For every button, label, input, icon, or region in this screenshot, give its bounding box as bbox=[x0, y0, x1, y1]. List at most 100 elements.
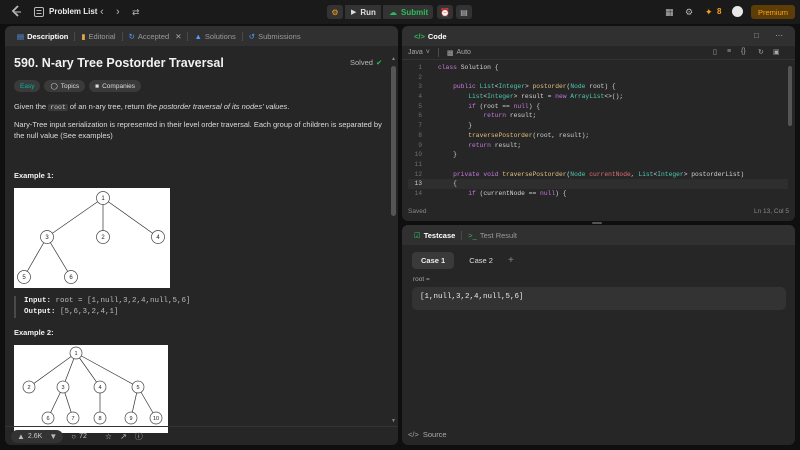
prev-problem-icon[interactable]: ‹ bbox=[100, 6, 104, 18]
code-editor[interactable]: 1 class Solution { 2 3 public List<Intege… bbox=[408, 63, 788, 198]
page-title: 590. N-ary Tree Postorder Traversal bbox=[14, 56, 224, 70]
shuffle-icon[interactable]: ⇄ bbox=[132, 7, 140, 18]
scroll-thumb[interactable] bbox=[391, 66, 396, 216]
thumbs-up-icon: ▲ bbox=[17, 431, 25, 441]
submit-label: Submit bbox=[401, 7, 429, 17]
tree-node-label: 4 bbox=[98, 385, 101, 391]
problem-list-icon[interactable] bbox=[34, 7, 44, 17]
like-count: 2.6K bbox=[27, 432, 43, 440]
code-line: 5 if (root == null) { bbox=[418, 102, 541, 110]
tree-node-label: 6 bbox=[46, 416, 49, 422]
example-2-heading: Example 2: bbox=[14, 328, 54, 337]
tree-node-label: 10 bbox=[153, 416, 159, 422]
alarm-clock-icon: ⏰ bbox=[440, 7, 450, 17]
testcase-input-field[interactable]: [1,null,3,2,4,null,5,6] bbox=[412, 287, 786, 310]
tree-node-label: 3 bbox=[61, 385, 64, 391]
case-1-tab[interactable]: Case 1 bbox=[412, 252, 455, 269]
fullscreen-icon[interactable]: ▣ bbox=[773, 48, 780, 56]
lock-icon: ▩ bbox=[446, 49, 454, 57]
thumbs-down-icon[interactable]: ▼ bbox=[49, 432, 57, 441]
layout-grid-icon[interactable]: ▦ bbox=[665, 7, 674, 18]
braces-icon[interactable]: {} bbox=[741, 48, 746, 55]
tab-testcase[interactable]: ☑ Testcase bbox=[408, 225, 461, 245]
book-icon: ▮ bbox=[81, 31, 86, 41]
code-scrollbar[interactable] bbox=[788, 66, 792, 126]
note-icon: ▤ bbox=[460, 7, 468, 17]
code-line: 7 } bbox=[418, 122, 473, 130]
upload-cloud-icon: ☁ bbox=[389, 7, 397, 17]
tab-description[interactable]: ▤ Description bbox=[11, 26, 74, 46]
language-select[interactable]: Java ˅ bbox=[408, 49, 430, 56]
editor-status-bar: Saved Ln 13, Col 5 bbox=[402, 206, 795, 219]
reset-icon[interactable]: ↻ bbox=[758, 48, 764, 56]
close-tab-icon[interactable]: ✕ bbox=[175, 32, 181, 41]
code-line-current: 13 { bbox=[408, 179, 788, 189]
example-1-tree-image: 1 3 2 4 5 6 bbox=[14, 188, 170, 288]
tab-solutions[interactable]: ▲ Solutions bbox=[188, 26, 241, 46]
tab-code[interactable]: </> Code bbox=[408, 26, 453, 46]
checkbox-icon: ☑ bbox=[414, 230, 421, 240]
source-link[interactable]: </> Source bbox=[408, 430, 447, 439]
more-options-icon[interactable]: ⋯ bbox=[775, 31, 783, 40]
tab-submissions[interactable]: ↺ Submissions bbox=[243, 26, 307, 46]
notes-button[interactable]: ▤ bbox=[456, 5, 472, 19]
logo-icon[interactable] bbox=[9, 5, 23, 19]
run-button[interactable]: ▶ Run bbox=[345, 5, 381, 19]
tab-test-result[interactable]: >_ Test Result bbox=[462, 225, 523, 245]
accepted-icon: ↻ bbox=[128, 31, 135, 41]
code-tab-bar: </> Code □ ⋯ bbox=[402, 26, 795, 46]
tag-row: Easy ◯ Topics ■ Companies bbox=[14, 80, 141, 92]
settings-gear-icon[interactable]: ⚙ bbox=[685, 7, 693, 18]
tree-node-label: 9 bbox=[129, 416, 132, 422]
like-button[interactable]: ▲ 2.6K ▼ bbox=[11, 429, 64, 443]
scroll-up-arrow[interactable]: ▲ bbox=[391, 56, 396, 62]
auto-mode-toggle[interactable]: ▩ Auto bbox=[447, 49, 471, 57]
scroll-down-arrow[interactable]: ▼ bbox=[391, 418, 396, 424]
timer-button[interactable]: ⏰ bbox=[437, 5, 453, 19]
submit-button[interactable]: ☁ Submit bbox=[383, 5, 433, 19]
panel-resize-handle[interactable] bbox=[592, 222, 602, 224]
streak-count: 8 bbox=[717, 7, 722, 16]
tab-editorial[interactable]: ▮ Editorial bbox=[75, 26, 121, 46]
play-icon: ▶ bbox=[351, 9, 357, 16]
code-line: 3 public List<Integer> postorder(Node ro… bbox=[418, 83, 616, 91]
comment-icon: ○ bbox=[71, 431, 77, 441]
code-line: 1 class Solution { bbox=[418, 64, 499, 71]
case-tabs: Case 1 Case 2 + bbox=[412, 252, 514, 269]
comments-button[interactable]: ○ 72 bbox=[71, 432, 87, 441]
tab-accepted[interactable]: ↻ Accepted ✕ bbox=[123, 26, 188, 46]
add-case-button[interactable]: + bbox=[508, 255, 514, 266]
code-line: 12 private void traversePostorder(Node c… bbox=[414, 170, 745, 178]
problem-list-link[interactable]: Problem List bbox=[49, 7, 97, 16]
next-problem-icon[interactable]: › bbox=[116, 6, 120, 18]
case-2-tab[interactable]: Case 2 bbox=[460, 252, 502, 269]
expand-icon[interactable]: □ bbox=[754, 31, 759, 40]
code-line: 4 List<Integer> result = new ArrayList<>… bbox=[418, 93, 624, 101]
user-avatar[interactable] bbox=[732, 6, 743, 17]
share-icon[interactable]: ↗ bbox=[120, 432, 127, 441]
streak-flame-icon[interactable]: ✦ bbox=[705, 7, 713, 18]
description-scrollbar[interactable]: ▲ ▼ bbox=[391, 56, 396, 424]
topics-button[interactable]: ◯ Topics bbox=[44, 80, 86, 92]
editor-toolbar: Java ˅ ▩ Auto ▯ ≡ {} ↻ ▣ bbox=[402, 46, 795, 60]
check-circle-icon: ✔ bbox=[375, 58, 383, 67]
testcase-tab-bar: ☑ Testcase >_ Test Result bbox=[402, 225, 795, 245]
description-content: 590. N-ary Tree Postorder Traversal Solv… bbox=[5, 46, 390, 433]
debug-button[interactable]: ⚙ bbox=[327, 5, 343, 19]
bookmark-icon[interactable]: ▯ bbox=[713, 48, 717, 56]
format-code-icon[interactable]: ≡ bbox=[727, 48, 731, 55]
top-bar: Problem List ‹ › ⇄ ⚙ ▶ Run ☁ Submit ⏰ ▤ … bbox=[0, 0, 800, 24]
save-status: Saved bbox=[408, 208, 427, 215]
star-icon[interactable]: ☆ bbox=[105, 432, 112, 441]
flask-icon: ▲ bbox=[194, 31, 202, 41]
companies-button[interactable]: ■ Companies bbox=[89, 80, 141, 92]
code-brackets-icon: </> bbox=[414, 31, 425, 41]
code-brackets-icon: </> bbox=[408, 430, 419, 439]
help-icon[interactable]: ⓘ bbox=[135, 431, 143, 442]
description-paragraph-2: Nary-Tree input serialization is represe… bbox=[14, 120, 382, 140]
code-line: 14 if (currentNode == null) { bbox=[414, 189, 567, 197]
premium-label: Premium bbox=[757, 7, 788, 17]
terminal-icon: >_ bbox=[468, 230, 477, 240]
tag-icon: ◯ bbox=[50, 83, 58, 90]
premium-button[interactable]: Premium bbox=[751, 5, 795, 19]
